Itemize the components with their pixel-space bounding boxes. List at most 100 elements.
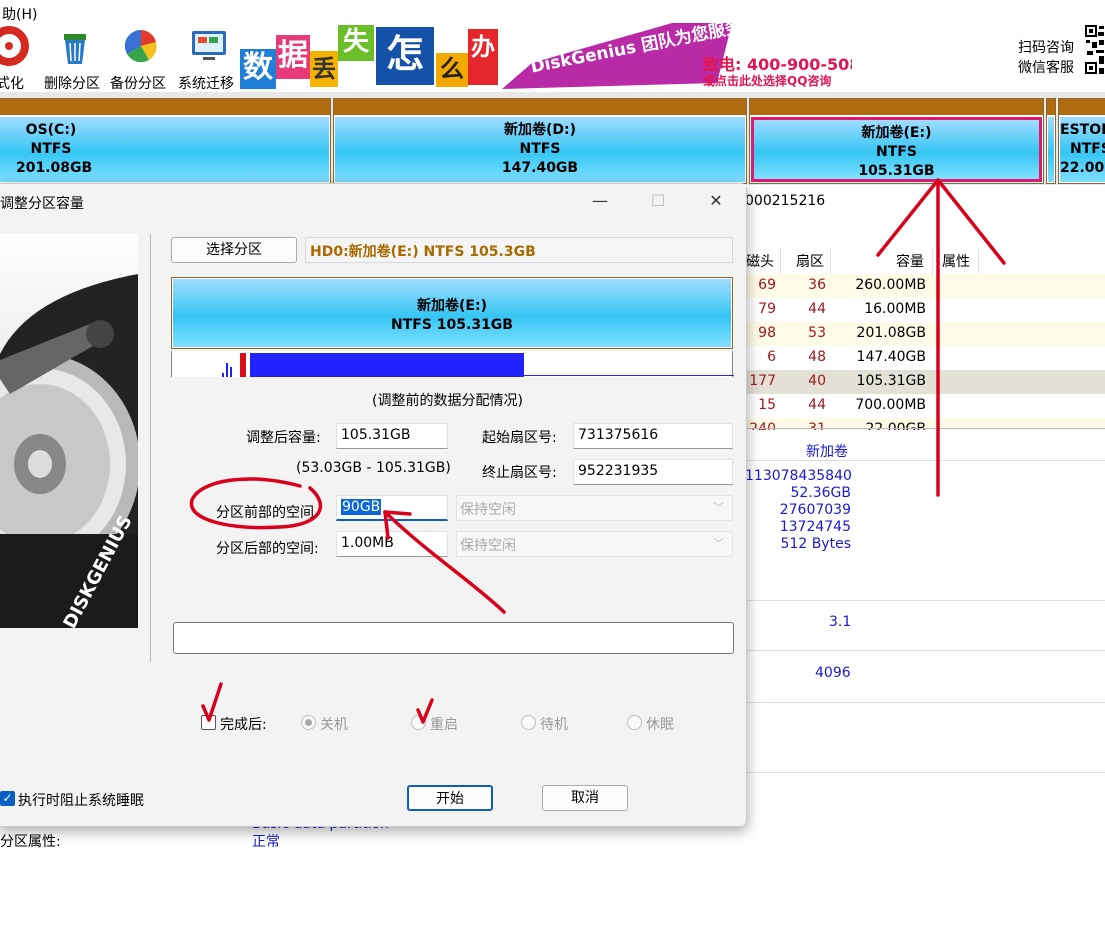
radio-standby[interactable]: [521, 715, 536, 730]
shutdown-label: 关机: [320, 717, 348, 733]
system-migrate-icon: [192, 31, 226, 60]
space-before-label: 分区前部的空间: [216, 505, 314, 521]
system-migrate-button[interactable]: 系统迁移: [178, 24, 240, 92]
end-sector-input[interactable]: 952231935: [573, 459, 733, 485]
partition-e-name: 新加卷(E:): [861, 125, 932, 141]
backup-partition-button[interactable]: 备份分区: [110, 24, 172, 92]
format-button[interactable]: 式化: [0, 24, 40, 92]
table-row[interactable]: 15 44 700.00MB: [740, 394, 1105, 418]
delete-partition-icon: [64, 34, 86, 64]
partition-restore[interactable]: ESTORI NTFS 22.00G: [1058, 98, 1105, 184]
ntfs-version: 3.1: [829, 614, 852, 630]
radio-restart[interactable]: [411, 715, 426, 730]
dialog-separator: [150, 234, 151, 662]
space-after-label: 分区后部的空间:: [216, 541, 319, 557]
banner-char-5: 怎: [376, 27, 434, 85]
cell-size: 16.00MB: [864, 301, 926, 317]
partition-e-size: 105.31GB: [858, 163, 935, 179]
banner-char-2: 据: [276, 35, 310, 79]
space-before-combo-value: 保持空闲: [460, 502, 516, 518]
radio-shutdown[interactable]: [301, 715, 316, 730]
prevent-sleep-checkbox[interactable]: ✓: [0, 791, 15, 806]
space-after-input[interactable]: 1.00MB: [336, 531, 448, 557]
cell-head: 98: [758, 325, 776, 341]
partition-e[interactable]: 新加卷(E:) NTFS 105.31GB: [749, 98, 1044, 184]
start-button[interactable]: 开始: [407, 785, 493, 811]
cell-sector: 48: [808, 349, 826, 365]
radio-hibernate[interactable]: [627, 715, 642, 730]
select-partition-button[interactable]: 选择分区: [171, 237, 297, 263]
promo-banner[interactable]: 数 据 丢 失 怎 么 办 DiskGenius 团队为您服务 致电: 400-…: [240, 23, 852, 90]
cell-head: 15: [758, 397, 776, 413]
partition-visual-bar: 新加卷(E:) NTFS 105.31GB: [171, 277, 733, 349]
dialog-title: 调整分区容量: [0, 196, 84, 212]
maximize-button[interactable]: ☐: [634, 184, 682, 218]
on-complete-label: 完成后:: [220, 717, 267, 733]
partition-restore-name: ESTORI: [1060, 122, 1105, 138]
table-row[interactable]: 177 40 105.31GB: [740, 370, 1105, 394]
format-label: 式化: [0, 76, 24, 92]
table-row[interactable]: 98 53 201.08GB: [740, 322, 1105, 346]
space-before-selected-text: 90GB: [341, 499, 382, 515]
start-sector-label: 起始扇区号:: [482, 430, 557, 446]
on-complete-checkbox[interactable]: [201, 715, 216, 730]
end-sector-label: 终止扇区号:: [482, 465, 557, 481]
chevron-down-icon: ﹀: [713, 537, 724, 550]
banner-char-4: 失: [338, 25, 374, 61]
backup-partition-icon: [124, 29, 157, 63]
partition-small[interactable]: [1046, 98, 1056, 184]
space-after-combo[interactable]: 保持空闲 ﹀: [456, 531, 733, 557]
menu-help[interactable]: 助(H): [2, 7, 37, 23]
partition-bar-name: 新加卷(E:): [417, 298, 487, 314]
partition-info-field: HD0:新加卷(E:) NTFS 105.3GB: [305, 237, 733, 263]
space-before-combo[interactable]: 保持空闲 ﹀: [456, 495, 733, 521]
partition-c-size: 201.08GB: [16, 160, 93, 176]
cluster-size: 4096: [815, 665, 851, 681]
partition-c[interactable]: OS(C:) NTFS 201.08GB: [0, 98, 331, 184]
cancel-button[interactable]: 取消: [542, 785, 628, 811]
banner-char-6: 么: [436, 53, 468, 87]
close-button[interactable]: ✕: [692, 184, 740, 218]
menu-bar: 助(H): [0, 0, 1105, 23]
partition-bar-detail: NTFS 105.31GB: [391, 317, 513, 333]
banner-char-1: 数: [240, 49, 276, 89]
size-range-text: (53.03GB - 105.31GB): [296, 460, 451, 476]
prevent-sleep-label: 执行时阻止系统睡眠: [18, 793, 144, 809]
delete-partition-button[interactable]: 删除分区: [44, 24, 106, 92]
cell-sector: 44: [808, 397, 826, 413]
chevron-down-icon: ﹀: [713, 501, 724, 514]
disk-partition-bar: OS(C:) NTFS 201.08GB 新加卷(D:) NTFS 147.40…: [0, 92, 1105, 185]
header-sector: 扇区: [796, 254, 824, 270]
banner-char-3: 丢: [310, 51, 338, 87]
table-row[interactable]: 79 44 16.00MB: [740, 298, 1105, 322]
standby-label: 待机: [540, 717, 568, 733]
system-migrate-label: 系统迁移: [178, 76, 234, 92]
detail-total-clusters: 27607039: [779, 502, 851, 518]
qr-code-icon[interactable]: [1084, 24, 1105, 76]
minimize-button[interactable]: —: [576, 184, 624, 218]
new-size-input[interactable]: 105.31GB: [336, 423, 448, 449]
partition-d[interactable]: 新加卷(D:) NTFS 147.40GB: [333, 98, 747, 184]
space-after-combo-value: 保持空闲: [460, 538, 516, 554]
format-icon: [0, 26, 29, 66]
banner-qq-link[interactable]: 或点击此处选择QQ咨询: [703, 72, 831, 89]
cell-head: 6: [767, 349, 776, 365]
table-bottom-border: [740, 428, 1105, 429]
cell-sector: 44: [808, 301, 826, 317]
partition-attr-label: 分区属性:: [0, 834, 61, 850]
start-sector-input[interactable]: 731375616: [573, 423, 733, 449]
cell-sector: 36: [808, 277, 826, 293]
table-row[interactable]: 69 36 260.00MB: [740, 274, 1105, 298]
data-distribution-bar: [171, 351, 734, 377]
hard-disk-icon: DISKGENIUS: [0, 274, 138, 628]
space-before-input[interactable]: 90GB: [336, 495, 448, 521]
detail-free-clusters: 13724745: [779, 519, 851, 535]
partition-d-name: 新加卷(D:): [503, 122, 577, 138]
table-row[interactable]: 6 48 147.40GB: [740, 346, 1105, 370]
header-size: 容量: [896, 254, 924, 270]
qr-line-1: 扫码咨询: [1018, 40, 1074, 56]
table-header: 磁头 扇区 容量 属性: [740, 248, 1105, 272]
partition-c-fs: NTFS: [30, 141, 72, 157]
cell-sector: 40: [808, 373, 826, 389]
hard-disk-image: DISKGENIUS: [0, 234, 138, 628]
